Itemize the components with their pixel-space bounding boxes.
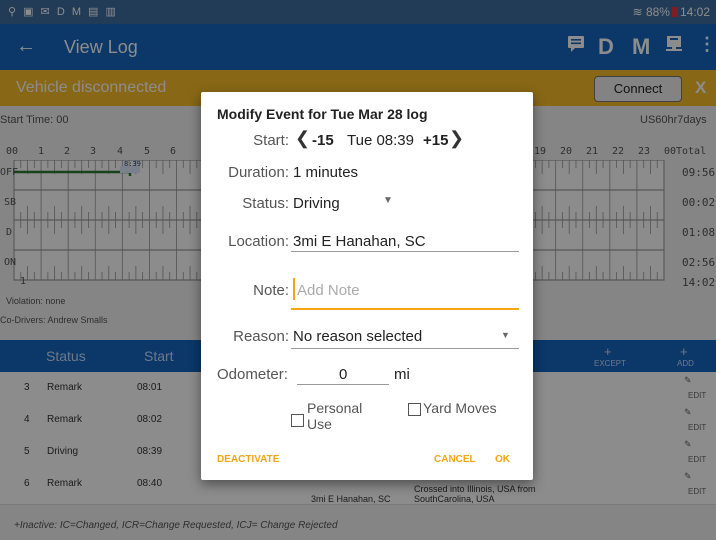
duration-label: Duration: <box>228 164 289 181</box>
minus-15-button[interactable]: -15 <box>312 132 334 149</box>
reason-underline <box>291 348 519 349</box>
deactivate-button[interactable]: DEACTIVATE <box>217 454 279 465</box>
note-label: Note: <box>253 282 289 299</box>
dialog-title: Modify Event for Tue Mar 28 log <box>217 106 428 122</box>
status-label: Status: <box>242 195 289 212</box>
note-underline <box>291 308 519 310</box>
personal-use-label: Personal Use <box>307 400 363 432</box>
plus-15-button[interactable]: +15 <box>423 132 448 149</box>
location-underline <box>291 251 519 252</box>
text-cursor <box>293 278 295 300</box>
increment-chevron-icon[interactable]: ❯ <box>449 128 464 149</box>
odometer-label: Odometer: <box>217 366 288 383</box>
decrement-chevron-icon[interactable]: ❮ <box>295 128 310 149</box>
yard-moves-label: Yard Moves <box>423 400 497 416</box>
reason-label: Reason: <box>233 328 289 345</box>
status-dropdown[interactable]: Driving <box>293 195 340 212</box>
odometer-underline <box>297 384 389 385</box>
note-input[interactable]: Add Note <box>297 282 360 299</box>
odometer-unit: mi <box>394 366 410 383</box>
ok-button[interactable]: OK <box>495 454 510 465</box>
personal-use-checkbox[interactable] <box>291 414 304 427</box>
yard-moves-checkbox[interactable] <box>408 403 421 416</box>
cancel-button[interactable]: CANCEL <box>434 454 476 465</box>
reason-dropdown[interactable]: No reason selected <box>293 328 422 345</box>
start-value: Tue 08:39 <box>347 132 414 149</box>
odometer-input[interactable]: 0 <box>339 366 347 383</box>
modify-event-dialog: Modify Event for Tue Mar 28 log Start: ❮… <box>201 92 533 480</box>
location-field[interactable]: 3mi E Hanahan, SC <box>293 233 426 250</box>
duration-value: 1 minutes <box>293 164 359 181</box>
start-label: Start: <box>253 132 289 149</box>
reason-dropdown-arrow-icon[interactable]: ▼ <box>501 330 510 340</box>
status-dropdown-arrow-icon[interactable]: ▼ <box>383 195 393 206</box>
location-label: Location: <box>228 233 289 250</box>
